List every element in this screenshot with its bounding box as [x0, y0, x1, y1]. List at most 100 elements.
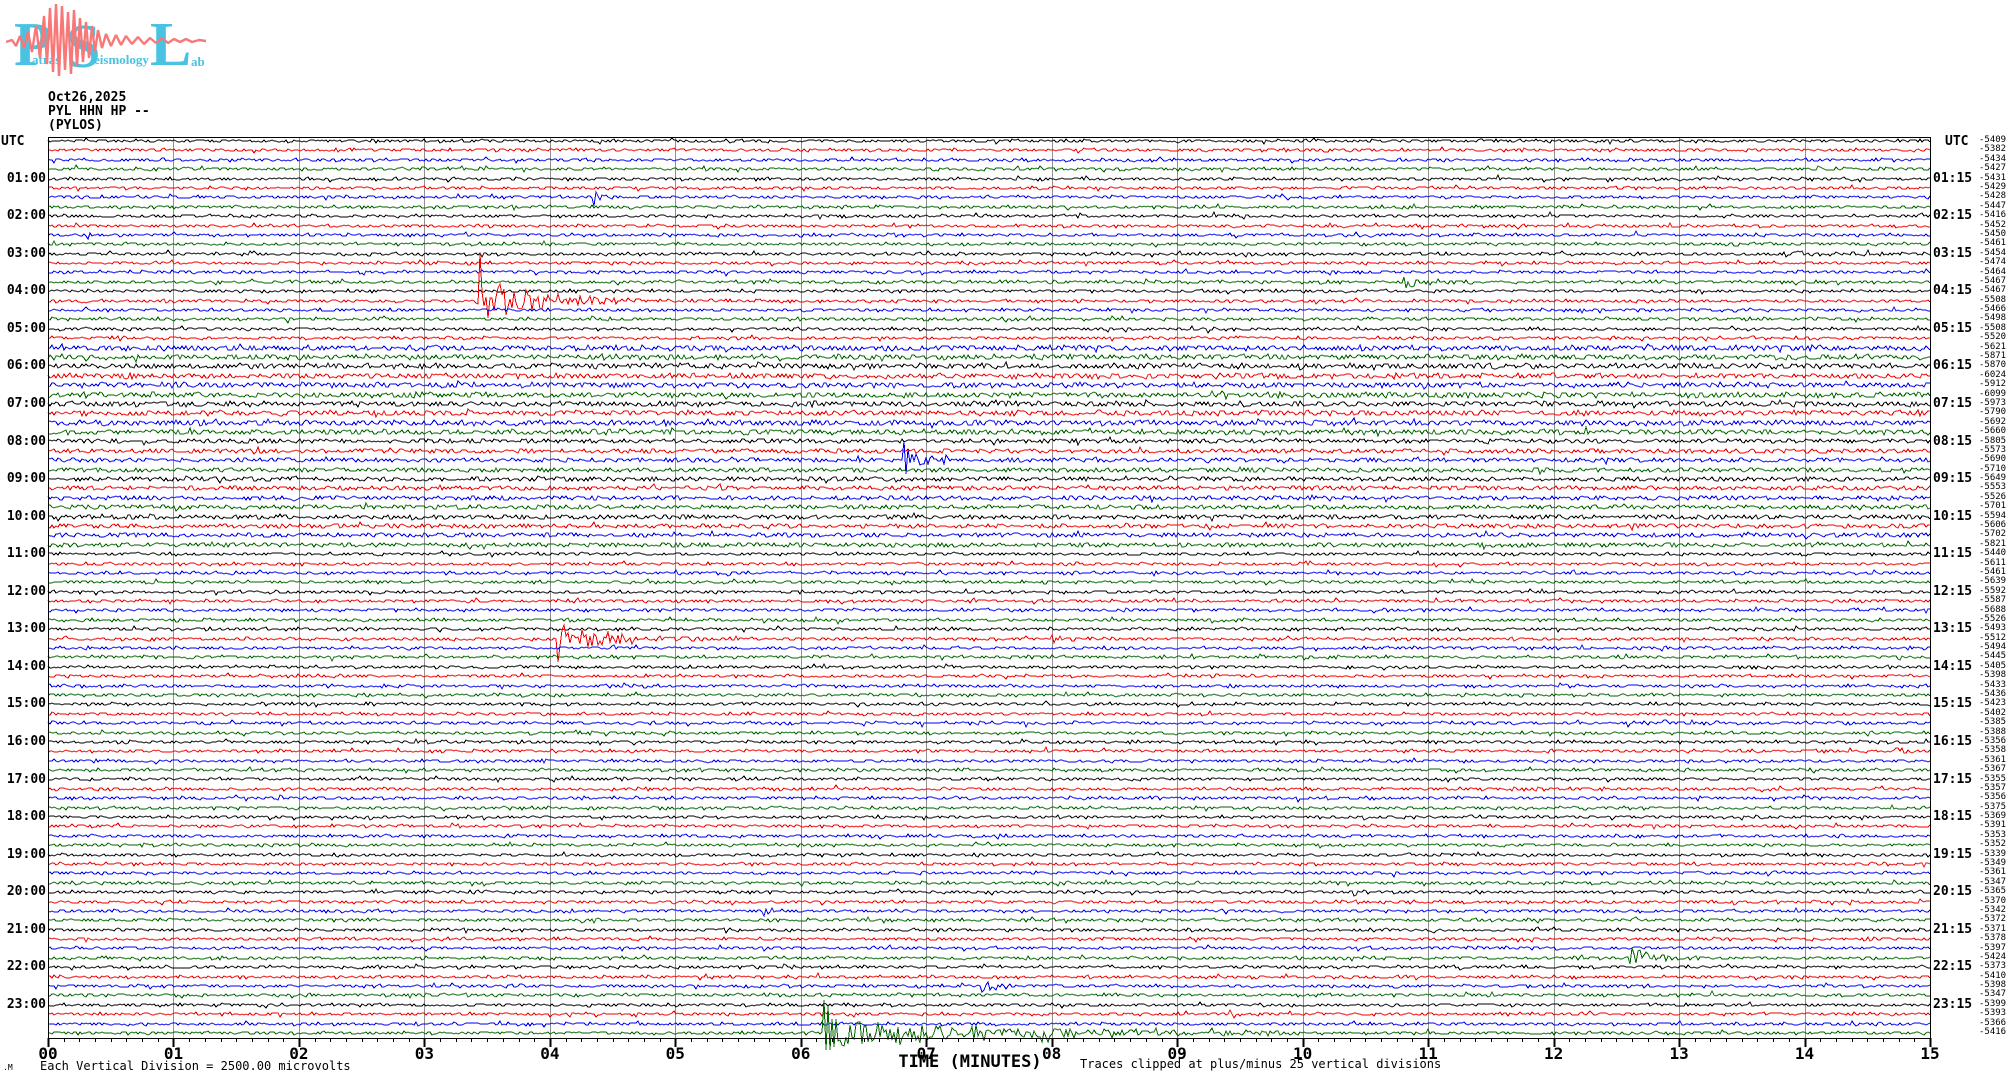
trace-line-39: [48, 503, 1930, 511]
left-time-10:00: 10:00: [0, 510, 46, 524]
trace-line-12: [48, 250, 1930, 257]
trace-line-86: [48, 945, 1930, 951]
x-tick-label-05: 05: [655, 1044, 695, 1063]
trace-line-81: [48, 899, 1930, 905]
x-axis-title: TIME (MINUTES): [880, 1052, 1060, 1072]
right-time-10:15: 10:15: [1933, 510, 1972, 524]
trace-line-36: [48, 476, 1930, 483]
trace-line-11: [48, 241, 1930, 247]
left-time-05:00: 05:00: [0, 322, 46, 336]
left-time-14:00: 14:00: [0, 660, 46, 674]
trace-line-89: [48, 973, 1930, 980]
trace-line-85: [48, 936, 1930, 942]
right-time-09:15: 09:15: [1933, 472, 1972, 486]
trace-line-72: [48, 815, 1930, 820]
trace-line-71: [48, 805, 1930, 811]
trace-line-10: [48, 231, 1930, 239]
trace-line-22: [48, 344, 1930, 352]
right-time-02:15: 02:15: [1933, 209, 1972, 223]
trace-line-51: [48, 617, 1930, 624]
right-time-05:15: 05:15: [1933, 322, 1972, 336]
left-time-03:00: 03:00: [0, 247, 46, 261]
trace-line-73: [48, 823, 1930, 829]
trace-line-18: [48, 307, 1930, 313]
trace-line-38: [48, 495, 1930, 502]
right-time-04:15: 04:15: [1933, 284, 1972, 298]
clip-note: Traces clipped at plus/minus 25 vertical…: [1080, 1057, 1441, 1071]
trace-line-82: [48, 908, 1930, 916]
trace-line-52: [48, 626, 1930, 632]
x-tick-label-12: 12: [1534, 1044, 1574, 1063]
trace-line-68: [48, 776, 1930, 782]
trace-line-94: [48, 1021, 1930, 1027]
x-tick-label-03: 03: [404, 1044, 444, 1063]
trace-line-14: [48, 269, 1930, 276]
trace-line-37: [48, 484, 1930, 490]
trace-line-35: [48, 467, 1930, 474]
trace-line-76: [48, 852, 1930, 857]
left-time-18:00: 18:00: [0, 810, 46, 824]
trace-line-32: [48, 437, 1930, 445]
trace-line-20: [48, 326, 1930, 333]
scale-note: Each Vertical Division = 2500.00 microvo…: [40, 1059, 351, 1073]
helicorder-page: P S L atras eismology ab Oct26,2025 PYL …: [0, 0, 2010, 1080]
right-time-16:15: 16:15: [1933, 735, 1972, 749]
trace-line-16: [48, 289, 1930, 294]
trace-line-24: [48, 362, 1930, 370]
trace-line-83: [48, 917, 1930, 923]
left-time-04:00: 04:00: [0, 284, 46, 298]
trace-line-46: [48, 570, 1930, 576]
helicorder-plot: [0, 0, 2010, 1080]
left-time-11:00: 11:00: [0, 547, 46, 561]
right-time-15:15: 15:15: [1933, 697, 1972, 711]
left-time-08:00: 08:00: [0, 435, 46, 449]
left-time-20:00: 20:00: [0, 885, 46, 899]
trace-line-57: [48, 673, 1930, 679]
trace-line-62: [48, 720, 1930, 727]
right-time-21:15: 21:15: [1933, 923, 1972, 937]
x-tick-label-14: 14: [1785, 1044, 1825, 1063]
trace-line-25: [48, 373, 1930, 379]
trace-line-93: [48, 1010, 1930, 1018]
right-time-18:15: 18:15: [1933, 810, 1972, 824]
trace-line-47: [48, 579, 1930, 585]
right-time-08:15: 08:15: [1933, 435, 1972, 449]
left-time-21:00: 21:00: [0, 923, 46, 937]
trace-line-91: [48, 991, 1930, 998]
trace-line-65: [48, 747, 1930, 753]
left-time-17:00: 17:00: [0, 773, 46, 787]
left-time-22:00: 22:00: [0, 960, 46, 974]
trace-line-27: [48, 391, 1930, 399]
left-time-16:00: 16:00: [0, 735, 46, 749]
trace-line-9: [48, 223, 1930, 229]
trace-line-3: [48, 165, 1930, 172]
trace-line-28: [48, 400, 1930, 408]
trace-line-7: [48, 204, 1930, 210]
right-time-19:15: 19:15: [1933, 848, 1972, 862]
left-time-09:00: 09:00: [0, 472, 46, 486]
trace-line-8: [48, 212, 1930, 219]
x-tick-label-04: 04: [530, 1044, 570, 1063]
trace-line-63: [48, 730, 1930, 736]
trace-line-60: [48, 701, 1930, 707]
right-time-20:15: 20:15: [1933, 885, 1972, 899]
x-tick-label-06: 06: [781, 1044, 821, 1063]
right-time-03:15: 03:15: [1933, 247, 1972, 261]
trace-line-80: [48, 889, 1930, 896]
trace-line-6: [48, 192, 1930, 206]
trace-line-56: [48, 664, 1930, 670]
trace-line-5: [48, 185, 1930, 191]
right-time-07:15: 07:15: [1933, 397, 1972, 411]
left-time-12:00: 12:00: [0, 585, 46, 599]
trace-line-59: [48, 692, 1930, 698]
trace-line-88: [48, 964, 1930, 970]
trace-line-2: [48, 157, 1930, 163]
right-time-17:15: 17:15: [1933, 773, 1972, 787]
right-time-14:15: 14:15: [1933, 660, 1972, 674]
trace-line-77: [48, 862, 1930, 867]
trace-line-26: [48, 381, 1930, 389]
trace-line-50: [48, 607, 1930, 613]
trace-line-42: [48, 531, 1930, 539]
trace-line-79: [48, 880, 1930, 886]
trace-line-19: [48, 316, 1930, 323]
